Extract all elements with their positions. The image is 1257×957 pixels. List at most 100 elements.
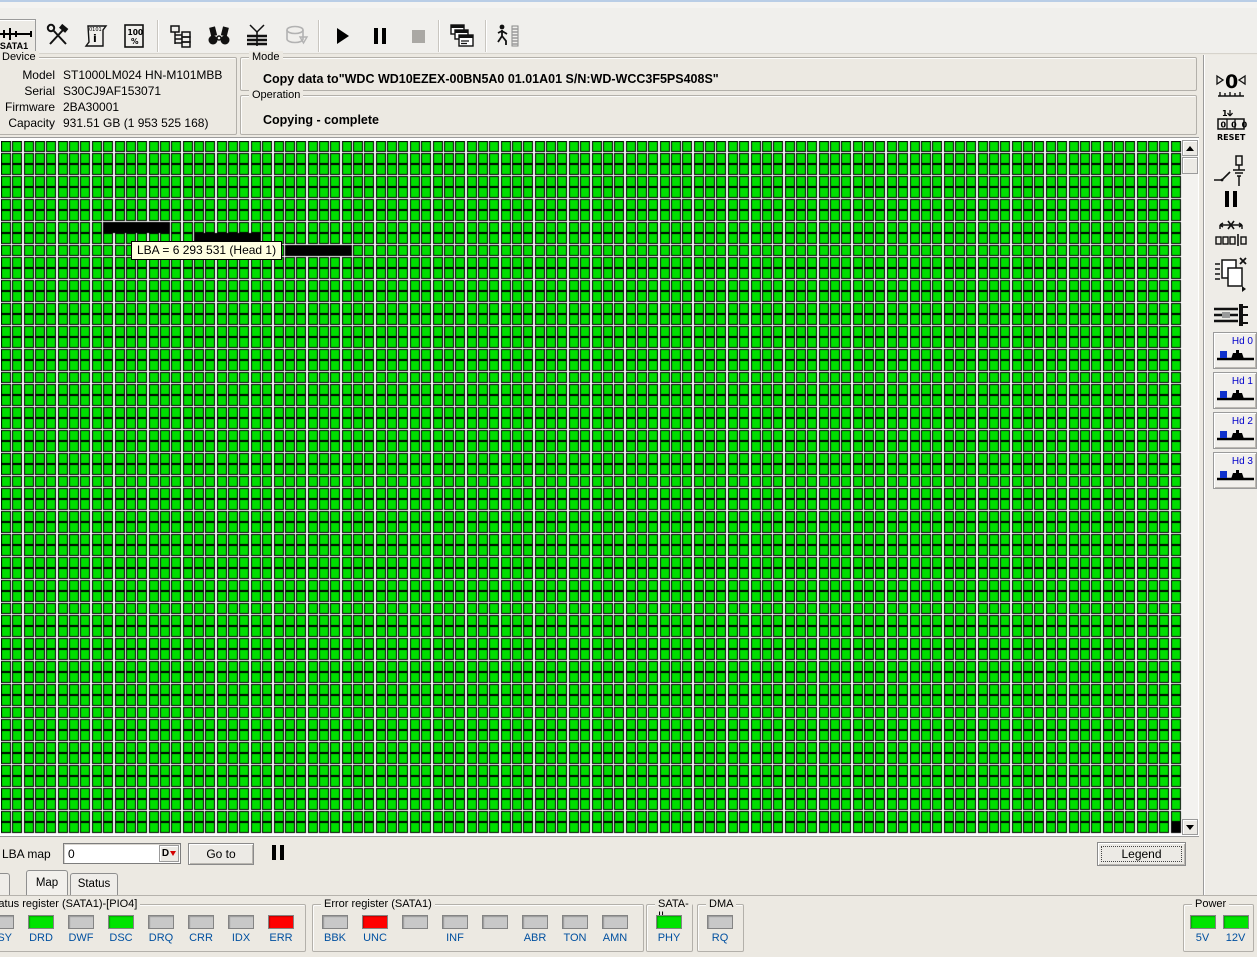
led-label: INF: [446, 932, 464, 945]
surface-scan-button[interactable]: 100 %: [118, 20, 150, 52]
head-2-button[interactable]: Hd 2: [1213, 412, 1257, 449]
error-register-title: Error register (SATA1): [321, 898, 435, 910]
led-indicator: [108, 915, 134, 929]
led-rq: RQ: [700, 915, 740, 945]
status-register-groupbox: Status register (SATA1)-[PIO4] BSYDRDDWF…: [0, 904, 306, 952]
dma-groupbox: DMA RQ: [697, 904, 744, 952]
counter-jump-button[interactable]: [1204, 215, 1257, 255]
svg-text:0: 0: [1225, 71, 1238, 93]
device-groupbox: Device Model ST1000LM024 HN-M101MBB Seri…: [0, 57, 237, 135]
led-indicator: [522, 915, 548, 929]
lba-input[interactable]: 0 D: [63, 843, 181, 864]
tab-map[interactable]: Map: [26, 870, 68, 895]
scroll-up-button[interactable]: [1182, 140, 1198, 156]
device-row-model: Model ST1000LM024 HN-M101MBB: [0, 67, 231, 83]
filter-button[interactable]: [241, 20, 273, 52]
head-zero-button[interactable]: 0: [1204, 63, 1257, 105]
device-field-value: 931.51 GB (1 953 525 168): [63, 115, 208, 131]
led-indicator: [442, 915, 468, 929]
led-drd: DRD: [21, 915, 61, 945]
legend-button-label: Legend: [1101, 846, 1182, 862]
led-indicator: [602, 915, 628, 929]
device-row-serial: Serial S30CJ9AF153071: [0, 83, 231, 99]
device-field-value: ST1000LM024 HN-M101MBB: [63, 67, 222, 83]
sidebar-pause-button[interactable]: [1204, 185, 1257, 213]
device-field-label: Serial: [0, 83, 55, 99]
lba-block-map-panel[interactable]: LBA = 6 293 531 (Head 1): [0, 137, 1199, 837]
svg-text:RESET: RESET: [1217, 133, 1246, 142]
head-icon: [1216, 347, 1256, 365]
play-button[interactable]: [326, 20, 358, 52]
close-tasks-button[interactable]: [1204, 253, 1257, 297]
copy-database-button[interactable]: [281, 20, 313, 52]
reset-counter-button[interactable]: 1 000 RESET: [1204, 105, 1257, 149]
head-button-label: Hd 2: [1232, 416, 1253, 427]
led-bsy: BSY: [0, 915, 21, 945]
led-ton: TON: [555, 915, 595, 945]
head-3-button[interactable]: Hd 3: [1213, 452, 1257, 489]
map-pause-indicator[interactable]: [272, 845, 288, 861]
device-groupbox-title: Device: [0, 51, 39, 63]
led-drq: DRQ: [141, 915, 181, 945]
tools-button[interactable]: [42, 20, 74, 52]
mode-groupbox: Mode Copy data to"WDC WD10EZEX-00BN5A0 0…: [240, 57, 1197, 91]
head-0-button[interactable]: Hd 0: [1213, 332, 1257, 369]
scrollbar-thumb[interactable]: [1182, 157, 1198, 174]
tab-log[interactable]: Log: [0, 873, 10, 895]
stop-button[interactable]: [402, 20, 434, 52]
structure-button[interactable]: [165, 20, 197, 52]
led-label: DSC: [109, 932, 132, 945]
led-label: AMN: [603, 932, 627, 945]
led-indicator: [707, 915, 733, 929]
run-script-button[interactable]: [492, 20, 524, 52]
script-info-button[interactable]: 0101 i: [80, 20, 112, 52]
led-12v: 12V: [1219, 915, 1252, 945]
led-label: BBK: [324, 932, 346, 945]
search-button[interactable]: [203, 20, 235, 52]
pause-button[interactable]: [364, 20, 396, 52]
led-indicator: [562, 915, 588, 929]
surface-100-icon: 100 %: [121, 23, 147, 49]
head-icon: [1216, 387, 1256, 405]
device-field-value: S30CJ9AF153071: [63, 83, 161, 99]
lba-dropdown-button[interactable]: D: [159, 845, 179, 862]
cascade-windows-button[interactable]: [446, 20, 478, 52]
device-field-label: Firmware: [0, 99, 55, 115]
led-indicator: [268, 915, 294, 929]
status-register-title: Status register (SATA1)-[PIO4]: [0, 898, 140, 910]
head-1-button[interactable]: Hd 1: [1213, 372, 1257, 409]
led-idx: IDX: [221, 915, 261, 945]
map-vertical-scrollbar[interactable]: [1182, 140, 1198, 835]
lba-dropdown-label: D: [162, 848, 169, 859]
cascade-windows-icon: [448, 23, 476, 49]
led-label: DRD: [29, 932, 53, 945]
right-tool-sidebar: 0 1 000 RESET: [1203, 55, 1257, 895]
run-script-icon: [493, 23, 523, 49]
lba-map-label: LBA map: [2, 847, 51, 861]
sata2-groupbox: SATA-II PHY: [646, 904, 693, 952]
dma-title: DMA: [706, 898, 736, 910]
sata1-button-label: SATA1: [0, 41, 28, 51]
device-row-capacity: Capacity 931.51 GB (1 953 525 168): [0, 115, 231, 131]
close-tasks-icon: [1210, 254, 1252, 296]
led-indicator: [322, 915, 348, 929]
lba-tooltip: LBA = 6 293 531 (Head 1): [131, 241, 282, 260]
scroll-down-button[interactable]: [1182, 819, 1198, 835]
led-indicator: [1223, 915, 1249, 929]
error-register-groupbox: Error register (SATA1) BBKUNCINFABRTONAM…: [312, 904, 644, 952]
pause-icon: [1221, 189, 1241, 209]
svg-text:i: i: [93, 32, 97, 45]
led-indicator: [1190, 915, 1216, 929]
led-indicator: [0, 915, 14, 929]
head-button-label: Hd 0: [1232, 336, 1253, 347]
pause-icon: [369, 25, 391, 47]
operation-status-text: Copying - complete: [263, 113, 379, 127]
lba-input-value: 0: [68, 847, 75, 861]
tab-status[interactable]: Status: [70, 873, 118, 895]
led-dwf: DWF: [61, 915, 101, 945]
goto-button[interactable]: Go to: [188, 843, 254, 865]
map-control-bar: LBA map 0 D Go to Legend: [0, 838, 1199, 869]
head-stack-button[interactable]: [1204, 297, 1257, 333]
legend-button[interactable]: Legend: [1097, 842, 1186, 866]
led-indicator: [482, 915, 508, 929]
